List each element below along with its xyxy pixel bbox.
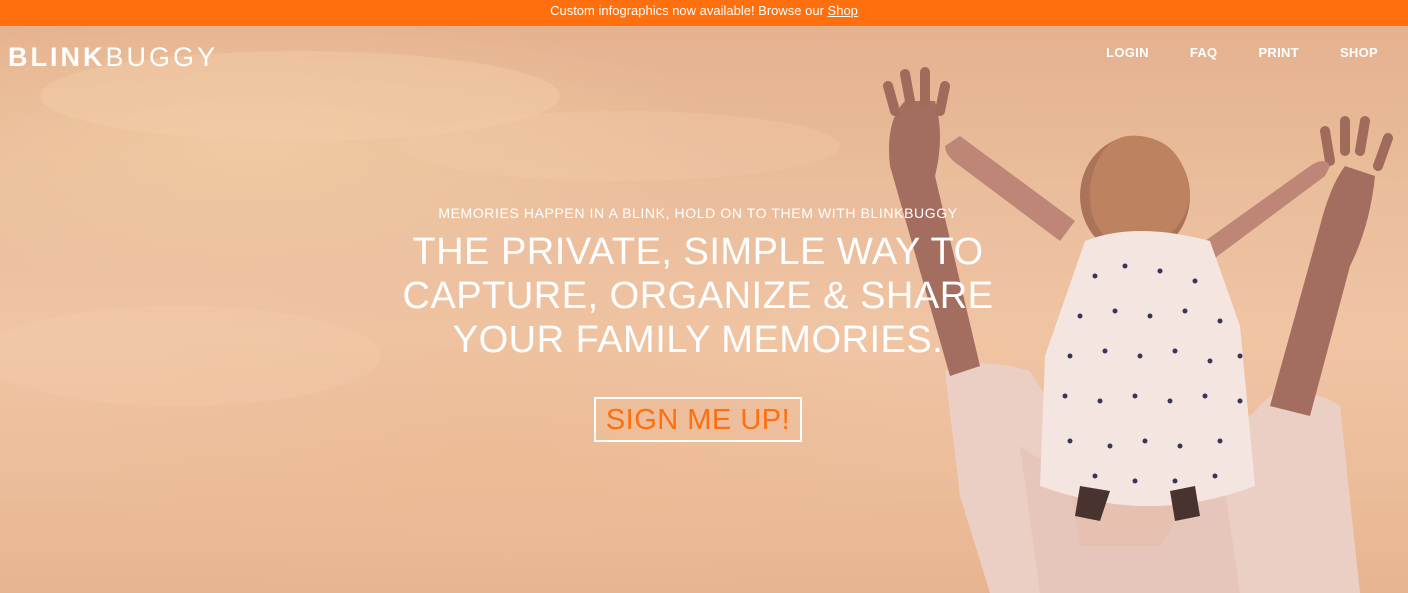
brand-logo[interactable]: BLINKBUGGY	[8, 42, 218, 73]
announcement-text: Custom infographics now available! Brows…	[550, 3, 828, 18]
main-nav: LOGIN FAQ PRINT SHOP	[1065, 45, 1378, 60]
hero-content: MEMORIES HAPPEN IN A BLINK, HOLD ON TO T…	[398, 205, 998, 442]
logo-light-text: BUGGY	[105, 42, 219, 72]
announcement-bar: Custom infographics now available! Brows…	[0, 0, 1408, 26]
headline-line-3: YOUR FAMILY MEMORIES.	[452, 319, 944, 361]
hero-headline: THE PRIVATE, SIMPLE WAY TO CAPTURE, ORGA…	[398, 230, 998, 362]
headline-line-2: CAPTURE, ORGANIZE & SHARE	[402, 275, 994, 317]
headline-line-1: THE PRIVATE, SIMPLE WAY TO	[412, 231, 984, 273]
logo-bold-text: BLINK	[8, 42, 106, 72]
nav-print[interactable]: PRINT	[1258, 45, 1299, 60]
page: Custom infographics now available! Brows…	[0, 0, 1408, 593]
nav-faq[interactable]: FAQ	[1190, 45, 1218, 60]
announcement-shop-link[interactable]: Shop	[828, 3, 858, 18]
sign-up-button[interactable]: SIGN ME UP!	[593, 397, 803, 442]
nav-shop[interactable]: SHOP	[1340, 45, 1378, 60]
hero-tagline: MEMORIES HAPPEN IN A BLINK, HOLD ON TO T…	[438, 205, 958, 221]
nav-login[interactable]: LOGIN	[1106, 45, 1149, 60]
